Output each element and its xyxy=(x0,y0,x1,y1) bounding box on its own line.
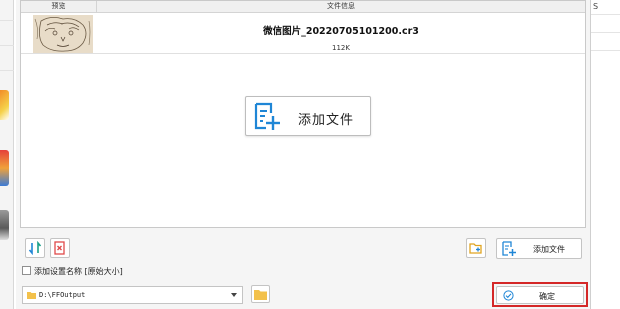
divider xyxy=(591,32,620,33)
add-folder-icon xyxy=(469,243,482,254)
background-thumbnail xyxy=(0,150,9,186)
folder-icon xyxy=(27,292,36,299)
output-folder-select[interactable]: D:\FFOutput xyxy=(22,286,243,304)
background-text: S xyxy=(593,2,599,11)
browse-folder-button[interactable] xyxy=(251,285,270,303)
background-thumbnail xyxy=(0,210,9,240)
divider xyxy=(0,20,14,21)
divider xyxy=(591,50,620,51)
add-file-dialog: 预览 文件信息 微信图片_20220705101200.cr3 112K 添加文… xyxy=(16,0,590,309)
divider xyxy=(591,14,620,15)
add-setting-name-checkbox[interactable] xyxy=(22,266,31,275)
column-header-preview[interactable]: 预览 xyxy=(21,1,97,12)
sort-icon xyxy=(28,241,42,255)
chevron-down-icon xyxy=(231,293,237,297)
file-list-header: 预览 文件信息 xyxy=(21,1,585,13)
background-app-panel: S xyxy=(590,0,620,309)
file-thumbnail xyxy=(33,15,93,53)
folder-icon xyxy=(254,290,267,300)
add-file-button-large[interactable]: 添加文件 xyxy=(245,96,371,136)
background-thumbnail xyxy=(0,90,9,120)
add-file-button-label: 添加文件 xyxy=(298,113,355,128)
file-size: 112K xyxy=(332,44,350,52)
file-list: 预览 文件信息 微信图片_20220705101200.cr3 112K 添加文… xyxy=(20,0,586,228)
background-app-sidebar xyxy=(0,0,14,309)
add-file-icon xyxy=(254,102,280,130)
remove-file-button[interactable] xyxy=(50,238,70,258)
add-file-icon xyxy=(502,241,516,256)
sort-button[interactable] xyxy=(25,238,45,258)
output-folder-path: D:\FFOutput xyxy=(39,291,86,299)
remove-file-icon xyxy=(54,241,65,255)
divider xyxy=(0,45,14,46)
add-file-button[interactable]: 添加文件 xyxy=(496,238,582,259)
add-file-button-label: 添加文件 xyxy=(533,245,565,254)
confirm-button-label: 确定 xyxy=(539,292,555,301)
divider xyxy=(0,70,14,71)
check-circle-icon xyxy=(503,290,514,301)
column-header-file-info[interactable]: 文件信息 xyxy=(97,1,585,12)
file-row[interactable]: 微信图片_20220705101200.cr3 112K xyxy=(21,13,585,54)
add-folder-button[interactable] xyxy=(466,238,486,258)
add-setting-name-label: 添加设置名称 [原始大小] xyxy=(34,267,123,276)
confirm-button[interactable]: 确定 xyxy=(496,286,584,304)
file-name: 微信图片_20220705101200.cr3 xyxy=(263,26,419,37)
sketch-thumbnail-image xyxy=(33,15,93,53)
